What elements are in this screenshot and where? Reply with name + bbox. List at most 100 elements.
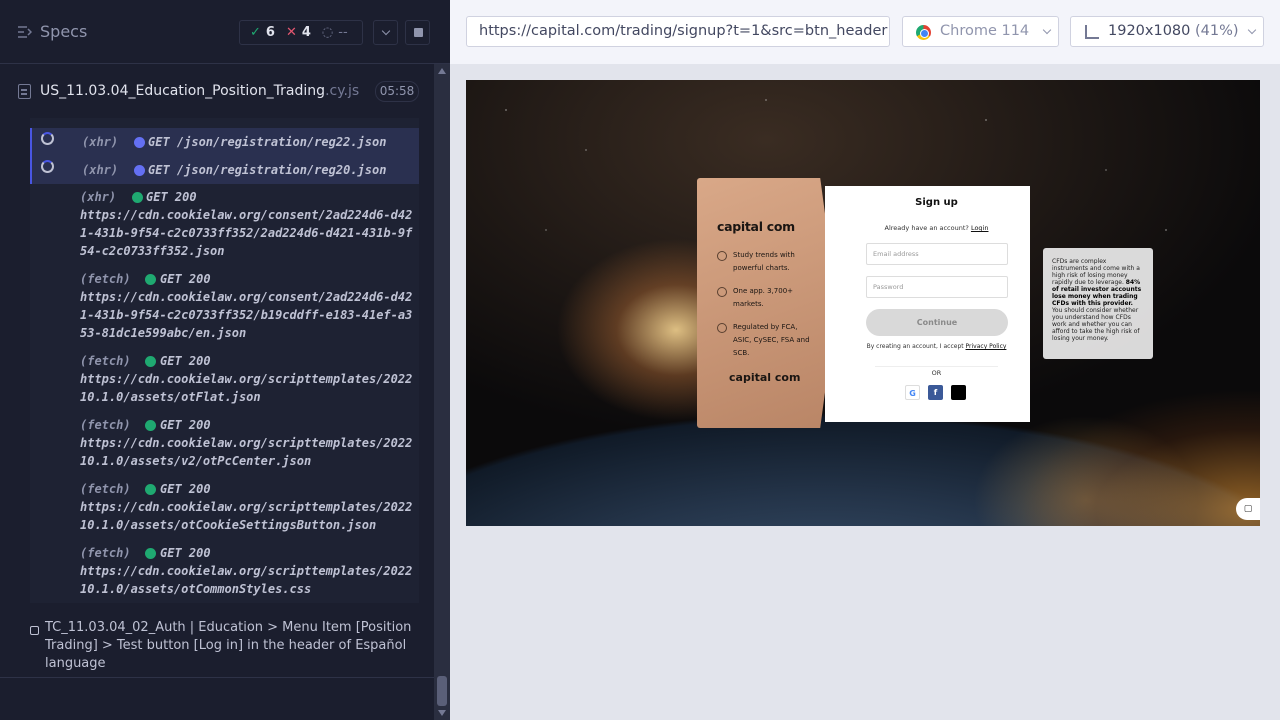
chevron-down-icon: [1042, 25, 1052, 35]
command-type: (xhr): [82, 135, 119, 149]
chrome-icon: [916, 25, 931, 40]
aut-panel: https://capital.com/trading/signup?t=1&s…: [450, 0, 1280, 720]
capital-logo-bottom: capital com: [729, 371, 801, 384]
viewport-scale: (41%): [1195, 23, 1239, 39]
command-message: GET /json/registration/reg22.json: [148, 135, 387, 149]
terms-text: By creating an account, I accept Privacy…: [866, 343, 1007, 350]
reporter-scrollbar[interactable]: [434, 64, 450, 720]
promo-feature: One app. 3,700+ markets.: [717, 285, 812, 311]
command-row[interactable]: (fetch) GET 200 https://cdn.cookielaw.or…: [30, 270, 419, 342]
command-row[interactable]: (fetch) GET 200 https://cdn.cookielaw.or…: [30, 416, 419, 470]
command-type: (xhr): [82, 163, 119, 177]
pending-count: --: [338, 25, 348, 40]
specs-title[interactable]: Specs: [40, 22, 87, 41]
chat-icon[interactable]: ▢: [1236, 498, 1260, 520]
command-message: GET 200: [146, 190, 197, 204]
scroll-thumb[interactable]: [437, 676, 447, 706]
signup-form: Sign up Already have an account? Login E…: [825, 186, 1030, 422]
success-dot-icon: [145, 420, 156, 431]
specs-list-icon[interactable]: [18, 25, 32, 39]
command-message: GET 200: [160, 546, 211, 560]
spinner-icon: [41, 132, 54, 145]
ruler-icon: [1085, 25, 1099, 39]
failed-x-icon: ✕: [285, 25, 297, 40]
passed-count: 6: [265, 25, 275, 40]
command-row[interactable]: (xhr) GET /json/registration/reg22.json: [30, 128, 419, 156]
signup-title: Sign up: [915, 197, 958, 208]
command-message: GET 200: [160, 418, 211, 432]
promo-feature: Study trends with powerful charts.: [717, 249, 812, 275]
pending-dot-icon: [134, 165, 145, 176]
login-prompt: Already have an account? Login: [884, 224, 989, 232]
password-field[interactable]: Password: [866, 276, 1008, 298]
command-log: (xhr) GET /json/registration/reg22.json …: [30, 118, 419, 603]
success-dot-icon: [145, 484, 156, 495]
test-title-row[interactable]: TC_11.03.04_02_Auth | Education > Menu I…: [0, 618, 434, 678]
command-row[interactable]: (xhr) GET /json/registration/reg20.json: [30, 156, 419, 184]
spec-duration: 05:58: [375, 81, 419, 102]
command-row[interactable]: (fetch) GET 200 https://cdn.cookielaw.or…: [30, 544, 419, 598]
viewport-size: 1920x1080: [1108, 23, 1191, 39]
google-signup-button[interactable]: G: [905, 385, 920, 400]
command-url: https://cdn.cookielaw.org/consent/2ad224…: [80, 290, 413, 340]
command-message: GET 200: [160, 272, 211, 286]
viewport-info[interactable]: 1920x1080 (41%): [1070, 16, 1264, 47]
command-type: (xhr): [80, 190, 117, 204]
test-status-icon: [30, 626, 39, 635]
login-link[interactable]: Login: [971, 224, 989, 232]
command-type: (fetch): [80, 354, 131, 368]
scroll-down-icon[interactable]: [438, 710, 446, 716]
command-type: (fetch): [80, 418, 131, 432]
privacy-policy-link[interactable]: Privacy Policy: [966, 343, 1007, 350]
command-message: GET /json/registration/reg20.json: [148, 163, 387, 177]
command-type: (fetch): [80, 272, 131, 286]
spinner-icon: [41, 160, 54, 173]
reporter-header: Specs ✓ 6 ✕ 4 ◌ --: [0, 0, 450, 64]
command-url: https://cdn.cookielaw.org/consent/2ad224…: [80, 208, 413, 258]
command-type: (fetch): [80, 546, 131, 560]
browser-selector[interactable]: Chrome 114: [902, 16, 1059, 47]
passed-check-icon: ✓: [250, 25, 261, 40]
command-row[interactable]: (xhr) GET 200 https://cdn.cookielaw.org/…: [30, 188, 419, 260]
command-row[interactable]: (fetch) GET 200 https://cdn.cookielaw.or…: [30, 352, 419, 406]
cypress-reporter-panel: Specs ✓ 6 ✕ 4 ◌ -- US_11.03.04_Education…: [0, 0, 450, 720]
pending-dot-icon: [134, 137, 145, 148]
command-url: https://cdn.cookielaw.org/scripttemplate…: [80, 500, 413, 532]
test-title: TC_11.03.04_02_Auth | Education > Menu I…: [45, 620, 412, 671]
chevron-down-icon: [1247, 25, 1257, 35]
risk-warning: CFDs are complex instruments and come wi…: [1043, 248, 1153, 359]
test-stats: ✓ 6 ✕ 4 ◌ --: [239, 20, 363, 45]
continue-button[interactable]: Continue: [866, 309, 1008, 336]
success-dot-icon: [145, 548, 156, 559]
success-dot-icon: [145, 274, 156, 285]
failed-count: 4: [301, 25, 311, 40]
file-icon: [18, 84, 31, 99]
command-message: GET 200: [160, 482, 211, 496]
command-row[interactable]: (fetch) GET 200 https://cdn.cookielaw.or…: [30, 480, 419, 534]
browser-label: Chrome 114: [940, 23, 1030, 39]
aut-iframe: capital com Study trends with powerful c…: [466, 80, 1260, 526]
pending-spinner-icon: ◌: [321, 25, 334, 40]
email-field[interactable]: Email address: [866, 243, 1008, 265]
aut-header: https://capital.com/trading/signup?t=1&s…: [450, 0, 1280, 64]
command-type: (fetch): [80, 482, 131, 496]
apple-signup-button[interactable]: [951, 385, 966, 400]
command-url: https://cdn.cookielaw.org/scripttemplate…: [80, 564, 413, 596]
promo-panel: capital com Study trends with powerful c…: [697, 178, 837, 428]
promo-feature: Regulated by FCA, ASIC, CySEC, FSA and S…: [717, 321, 812, 360]
aut-url-bar[interactable]: https://capital.com/trading/signup?t=1&s…: [466, 16, 890, 47]
success-dot-icon: [132, 192, 143, 203]
command-message: GET 200: [160, 354, 211, 368]
signup-modal: capital com Study trends with powerful c…: [696, 177, 1030, 430]
spec-file-row[interactable]: US_11.03.04_Education_Position_Trading.c…: [0, 78, 434, 106]
facebook-signup-button[interactable]: f: [928, 385, 943, 400]
stop-button[interactable]: [405, 20, 430, 45]
spec-file-name: US_11.03.04_Education_Position_Trading.c…: [40, 83, 360, 99]
or-divider: OR: [825, 366, 1048, 377]
scroll-up-icon[interactable]: [438, 68, 446, 74]
success-dot-icon: [145, 356, 156, 367]
capital-logo: capital com: [717, 219, 795, 234]
command-url: https://cdn.cookielaw.org/scripttemplate…: [80, 372, 413, 404]
expand-collapse-button[interactable]: [373, 20, 398, 45]
chevron-down-icon: [381, 26, 391, 36]
